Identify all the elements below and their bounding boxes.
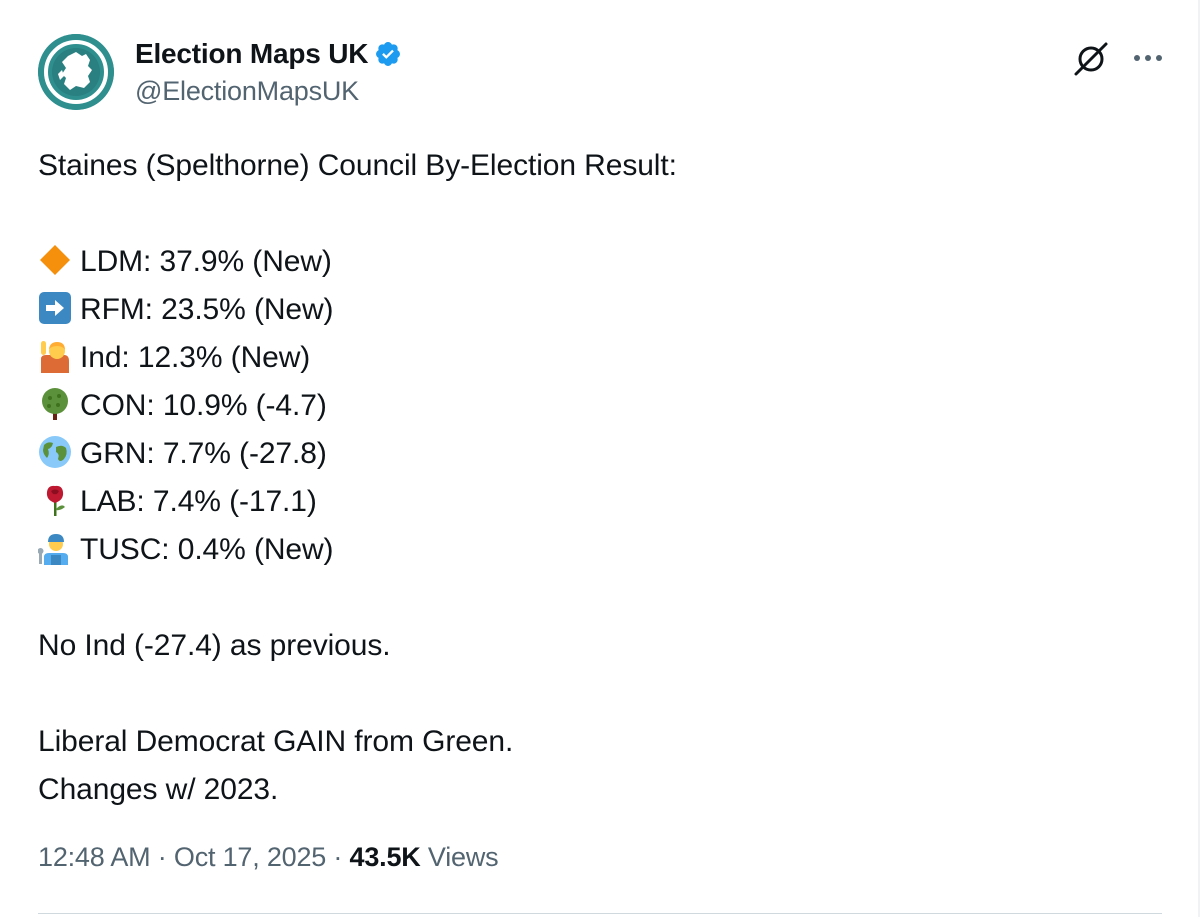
result-row: TUSC: 0.4% (New) (38, 526, 1158, 574)
result-row: RFM: 23.5% (New) (38, 286, 1158, 334)
display-name-row: Election Maps UK (135, 36, 402, 72)
tweet-date[interactable]: Oct 17, 2025 (174, 842, 326, 872)
grok-icon[interactable] (1072, 40, 1110, 78)
tweet-summary-line: Changes w/ 2023. (38, 773, 279, 806)
result-text: RFM: 23.5% (New) (80, 293, 334, 326)
globe-icon (38, 435, 72, 469)
meta-separator: · (326, 842, 350, 872)
result-text: CON: 10.9% (-4.7) (80, 389, 327, 422)
author-info: Election Maps UK @ElectionMapsUK (135, 36, 402, 107)
tweet-meta: 12:48 AM · Oct 17, 2025 · 43.5K Views (38, 842, 499, 873)
person-raising-hand-icon (38, 339, 72, 373)
result-row: LDM: 37.9% (New) (38, 238, 1158, 286)
display-name[interactable]: Election Maps UK (135, 38, 368, 70)
views-label: Views (427, 842, 499, 872)
result-row: Ind: 12.3% (New) (38, 334, 1158, 382)
tweet-header: Election Maps UK @ElectionMapsUK (38, 34, 1168, 114)
more-horizontal-icon[interactable] (1128, 38, 1168, 78)
avatar[interactable] (38, 34, 114, 110)
mechanic-icon (38, 531, 72, 565)
divider (38, 913, 1162, 914)
result-text: Ind: 12.3% (New) (80, 341, 311, 374)
orange-diamond-icon (38, 243, 72, 277)
result-row: LAB: 7.4% (-17.1) (38, 478, 1158, 526)
tweet-note: No Ind (-27.4) as previous. (38, 629, 391, 662)
result-row: CON: 10.9% (-4.7) (38, 382, 1158, 430)
uk-map-logo-icon (38, 34, 114, 110)
tree-icon (38, 387, 72, 421)
author-handle[interactable]: @ElectionMapsUK (135, 76, 402, 107)
tweet-text: Staines (Spelthorne) Council By-Election… (38, 142, 1158, 814)
tweet-summary-line: Liberal Democrat GAIN from Green. (38, 725, 514, 758)
tweet-title: Staines (Spelthorne) Council By-Election… (38, 149, 677, 182)
result-row: GRN: 7.7% (-27.8) (38, 430, 1158, 478)
rose-icon (38, 483, 72, 517)
right-arrow-icon (38, 291, 72, 325)
result-text: GRN: 7.7% (-27.8) (80, 437, 327, 470)
result-text: LDM: 37.9% (New) (80, 245, 332, 278)
verified-badge-icon[interactable] (374, 40, 402, 68)
tweet-card: Election Maps UK @ElectionMapsUK Staines… (0, 0, 1200, 917)
result-text: LAB: 7.4% (-17.1) (80, 485, 317, 518)
views-count: 43.5K (349, 842, 421, 872)
result-text: TUSC: 0.4% (New) (80, 533, 334, 566)
meta-separator: · (150, 842, 174, 872)
tweet-time[interactable]: 12:48 AM (38, 842, 151, 872)
